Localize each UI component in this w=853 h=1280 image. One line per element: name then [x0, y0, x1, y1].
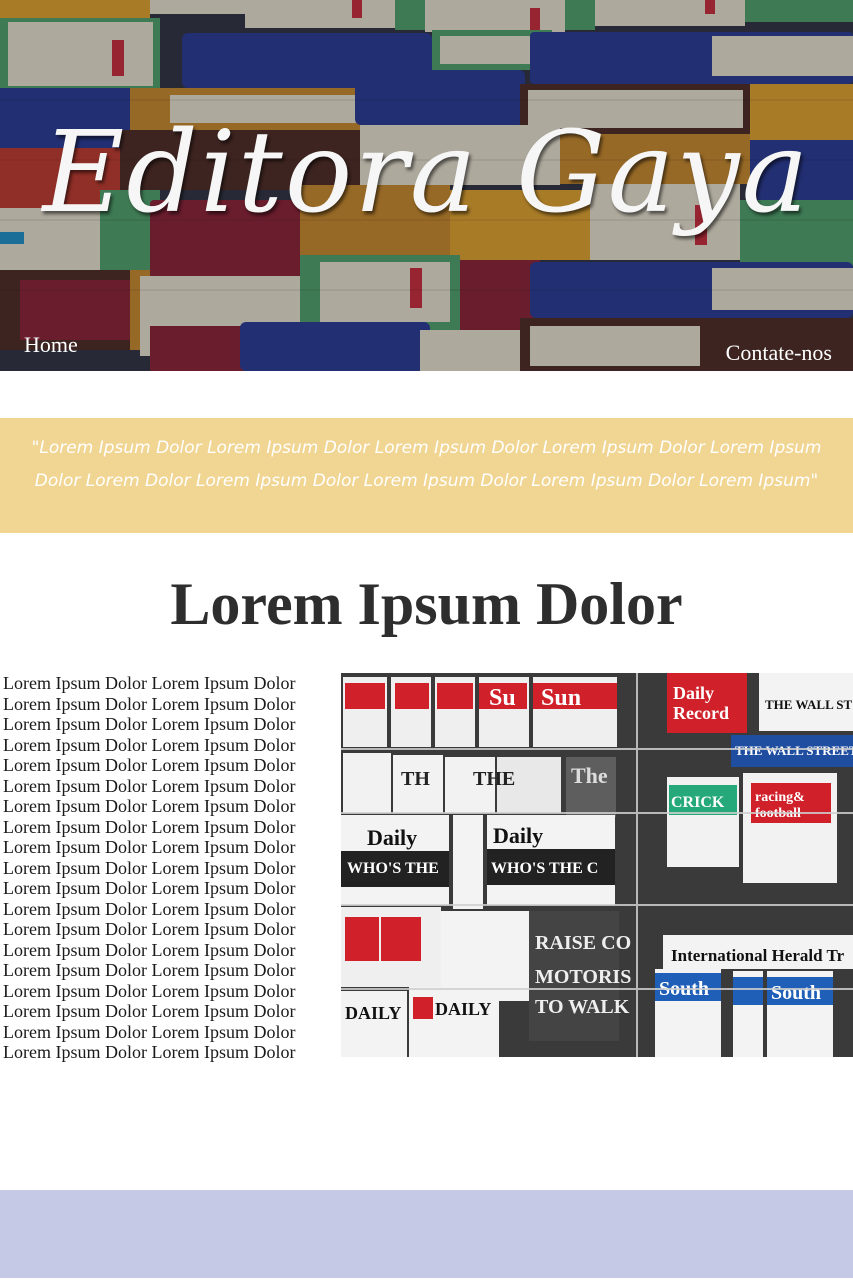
paragraph-line: Lorem Ipsum Dolor Lorem Ipsum Dolor [3, 673, 296, 693]
svg-text:RAISE CO: RAISE CO [535, 932, 631, 954]
newsstand-image: Su Sun Daily Record THE WALL ST THE WALL… [341, 673, 853, 1057]
masthead-daily-record: Daily [673, 683, 714, 703]
masthead-daily-mail: Daily [367, 825, 417, 850]
svg-text:DAILY: DAILY [435, 999, 491, 1019]
paragraph-line: Lorem Ipsum Dolor Lorem Ipsum Dolor [3, 878, 296, 898]
footer [0, 1190, 853, 1278]
paragraph-line: Lorem Ipsum Dolor Lorem Ipsum Dolor [3, 796, 296, 816]
masthead-wall-street: THE WALL ST [765, 697, 853, 712]
paragraph-line: Lorem Ipsum Dolor Lorem Ipsum Dolor [3, 734, 296, 755]
paragraph-line: Lorem Ipsum Dolor Lorem Ipsum Dolor [3, 775, 296, 796]
svg-text:TH: TH [401, 768, 430, 790]
paragraph-line: Lorem Ipsum Dolor Lorem Ipsum Dolor [3, 857, 296, 878]
paragraph-line: Lorem Ipsum Dolor Lorem Ipsum Dolor [3, 980, 296, 1001]
paragraph-line: Lorem Ipsum Dolor Lorem Ipsum Dolor [3, 1001, 296, 1021]
paragraph-line: Lorem Ipsum Dolor Lorem Ipsum Dolor [3, 1042, 296, 1062]
quote-banner: "Lorem Ipsum Dolor Lorem Ipsum Dolor Lor… [0, 418, 853, 533]
nav-contact-link[interactable]: Contate-nos [726, 340, 832, 366]
svg-text:Daily: Daily [493, 823, 543, 848]
masthead-racing-football: racing& [755, 790, 805, 805]
svg-text:DAILY: DAILY [345, 1003, 401, 1023]
newspapers-photo: Su Sun Daily Record THE WALL ST THE WALL… [341, 673, 853, 1057]
svg-text:WHO'S THE: WHO'S THE [347, 860, 439, 877]
svg-text:The: The [571, 763, 608, 788]
paragraph-line: Lorem Ipsum Dolor Lorem Ipsum Dolor [3, 919, 296, 939]
svg-text:THE WALL STREET: THE WALL STREET [735, 743, 853, 758]
paragraph-line: Lorem Ipsum Dolor Lorem Ipsum Dolor [3, 816, 296, 837]
paragraph-line: Lorem Ipsum Dolor Lorem Ipsum Dolor [3, 693, 296, 714]
svg-text:Record: Record [673, 703, 729, 723]
site-title: Editora Gaya [42, 108, 811, 238]
masthead-herald-tribune: International Herald Tr [671, 946, 845, 965]
paragraph-line: Lorem Ipsum Dolor Lorem Ipsum Dolor [3, 714, 296, 734]
paragraph-line: Lorem Ipsum Dolor Lorem Ipsum Dolor [3, 1021, 296, 1042]
paragraph-line: Lorem Ipsum Dolor Lorem Ipsum Dolor [3, 960, 296, 980]
section-title: Lorem Ipsum Dolor [170, 571, 683, 637]
paragraph-line: Lorem Ipsum Dolor Lorem Ipsum Dolor [3, 755, 296, 775]
svg-text:Sun: Sun [541, 685, 581, 711]
header-hero: Editora Gaya Home Contate-nos [0, 0, 853, 371]
paragraph-line: Lorem Ipsum Dolor Lorem Ipsum Dolor [3, 837, 296, 857]
masthead-cricket: CRICK [671, 794, 725, 811]
paragraph-line: Lorem Ipsum Dolor Lorem Ipsum Dolor [3, 939, 296, 960]
body-paragraph: Lorem Ipsum Dolor Lorem Ipsum Dolor Lorem… [3, 673, 323, 1063]
masthead-sun: Su [489, 685, 516, 711]
svg-text:THE: THE [473, 768, 515, 790]
quote-text: "Lorem Ipsum Dolor Lorem Ipsum Dolor Lor… [31, 438, 822, 491]
svg-text:MOTORIS: MOTORIS [535, 966, 631, 988]
paragraph-line: Lorem Ipsum Dolor Lorem Ipsum Dolor [3, 898, 296, 919]
svg-text:TO WALK: TO WALK [535, 996, 630, 1018]
nav-home-link[interactable]: Home [24, 332, 78, 358]
svg-text:WHO'S THE C: WHO'S THE C [491, 860, 598, 877]
svg-text:South: South [771, 982, 821, 1004]
